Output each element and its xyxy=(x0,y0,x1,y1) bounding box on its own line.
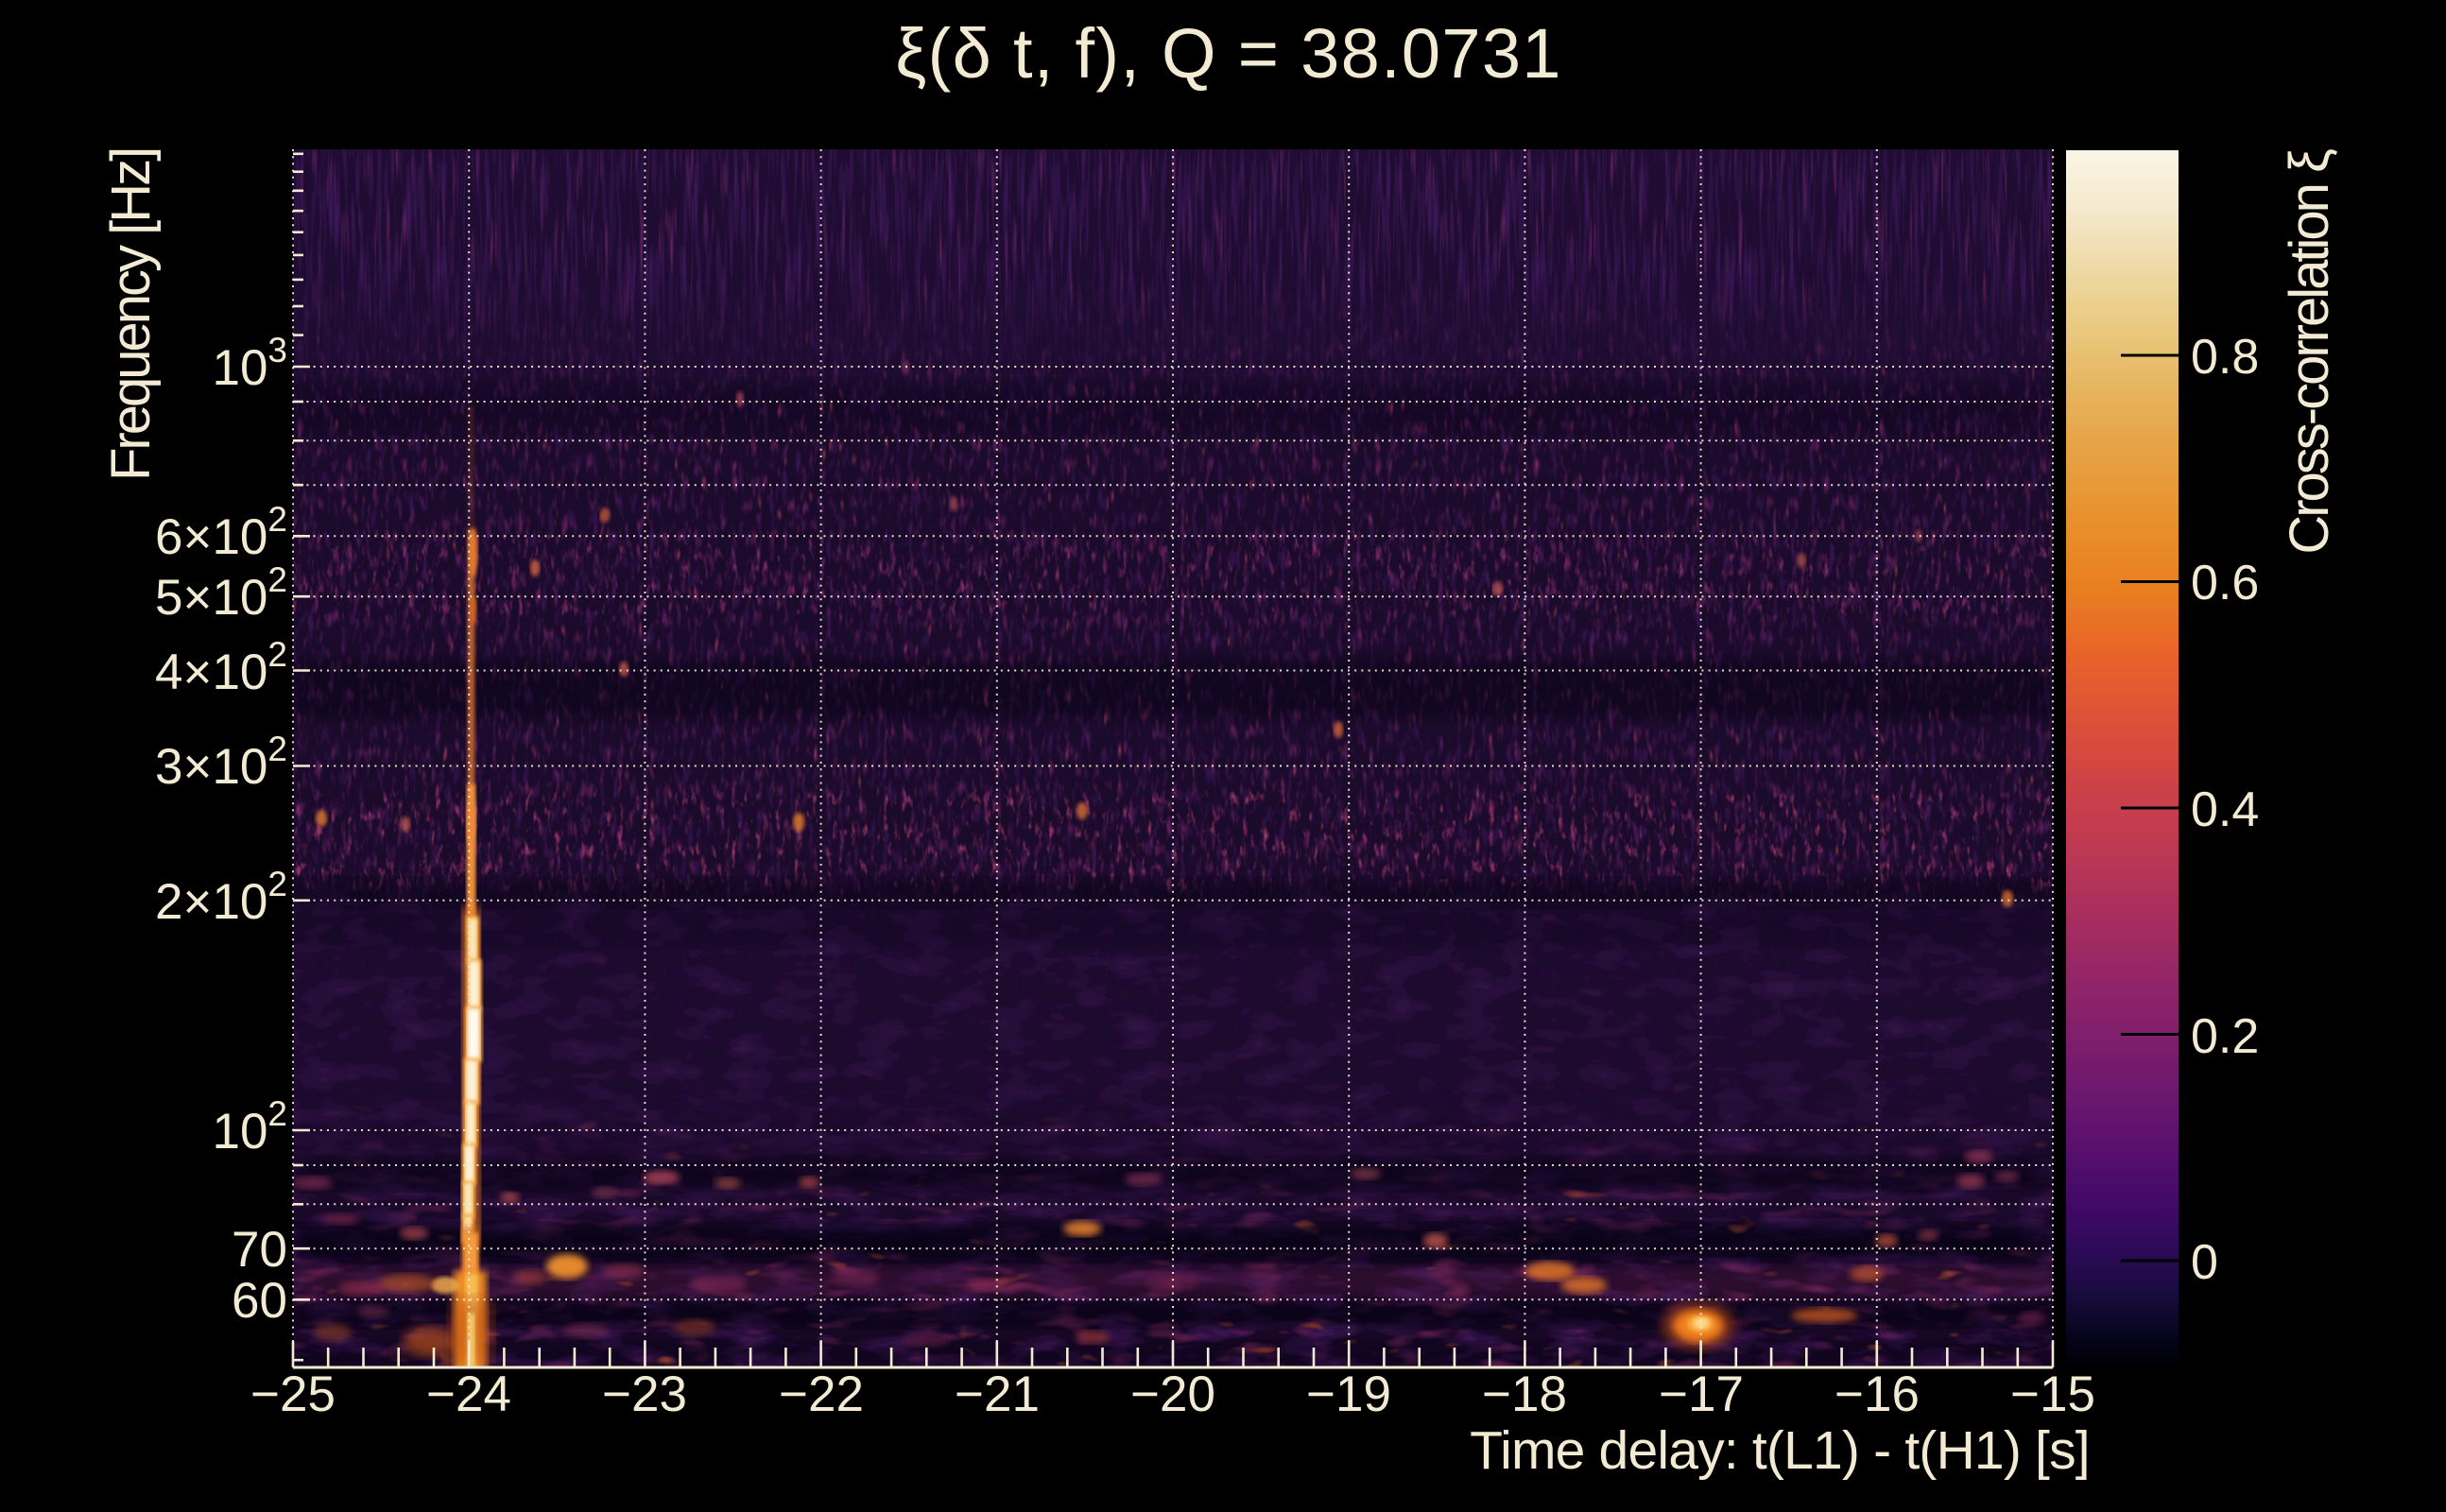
svg-text:−15: −15 xyxy=(2010,1366,2095,1422)
svg-text:Time delay: t(L1) - t(H1) [s]: Time delay: t(L1) - t(H1) [s] xyxy=(1470,1420,2090,1481)
svg-text:0.2: 0.2 xyxy=(2191,1009,2259,1064)
svg-text:−17: −17 xyxy=(1659,1366,1744,1422)
svg-text:0.4: 0.4 xyxy=(2191,782,2259,837)
svg-text:Frequency [Hz]: Frequency [Hz] xyxy=(100,149,162,481)
svg-text:Cross-correlation ξ: Cross-correlation ξ xyxy=(2279,149,2340,555)
svg-text:70: 70 xyxy=(232,1222,287,1278)
svg-text:−21: −21 xyxy=(955,1366,1040,1422)
svg-text:6×102: 6×102 xyxy=(155,500,287,565)
svg-text:−18: −18 xyxy=(1482,1366,1567,1422)
svg-text:0.6: 0.6 xyxy=(2191,556,2259,610)
svg-text:60: 60 xyxy=(232,1273,287,1329)
svg-text:−19: −19 xyxy=(1306,1366,1391,1422)
svg-text:0: 0 xyxy=(2191,1235,2218,1290)
svg-text:−25: −25 xyxy=(250,1366,336,1422)
svg-text:0.8: 0.8 xyxy=(2191,330,2259,385)
svg-text:−22: −22 xyxy=(779,1366,864,1422)
svg-text:3×102: 3×102 xyxy=(155,730,287,795)
svg-text:−23: −23 xyxy=(602,1366,687,1422)
svg-text:−24: −24 xyxy=(426,1366,511,1422)
svg-text:2×102: 2×102 xyxy=(155,865,287,930)
svg-text:4×102: 4×102 xyxy=(155,635,287,700)
svg-text:5×102: 5×102 xyxy=(155,560,287,626)
svg-text:−16: −16 xyxy=(1834,1366,1920,1422)
svg-text:−20: −20 xyxy=(1130,1366,1215,1422)
svg-text:ξ(δ t, f), Q = 38.0731: ξ(δ t, f), Q = 38.0731 xyxy=(895,14,1562,93)
